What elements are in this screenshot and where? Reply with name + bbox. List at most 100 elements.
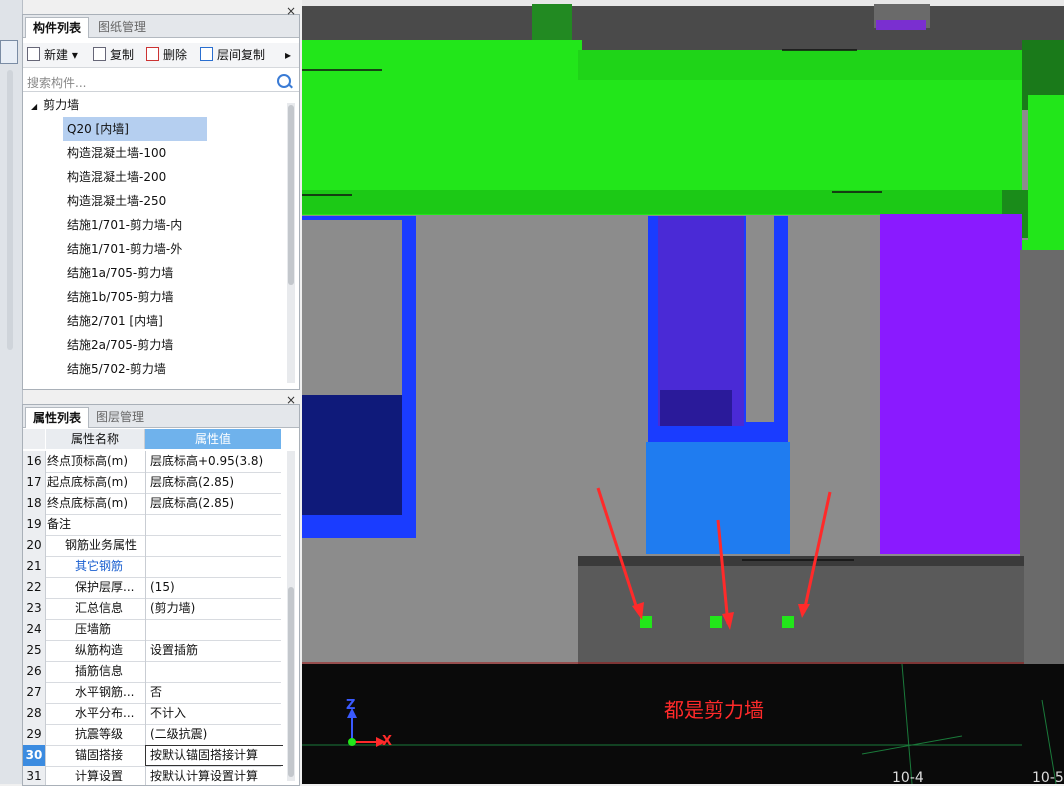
tree-item[interactable]: 结施1b/705-剪力墙	[63, 285, 174, 309]
copy-button[interactable]: 复制	[93, 47, 134, 63]
row-number: 31	[23, 766, 46, 785]
purple-wall-right	[880, 214, 1022, 554]
axis-x-label: X	[382, 734, 393, 749]
property-row[interactable]: 25 纵筋构造 设置插筋	[23, 640, 281, 662]
column-header-value[interactable]: 属性值	[145, 429, 281, 449]
property-value[interactable]: 否	[145, 682, 283, 703]
tree-item[interactable]: Q20 [内墙]	[63, 117, 207, 141]
light-blue-wall	[646, 442, 790, 554]
shear-wall-marker[interactable]	[782, 616, 794, 628]
property-row[interactable]: 21 其它钢筋	[23, 556, 281, 578]
tab-drawing-management[interactable]: 图纸管理	[91, 17, 153, 37]
floor-copy-label: 层间复制	[217, 48, 266, 62]
row-number: 22	[23, 577, 46, 598]
property-value[interactable]	[145, 535, 283, 556]
dock-scrollbar[interactable]	[7, 70, 13, 350]
tree-item[interactable]: 结施1/701-剪力墙-外	[63, 237, 182, 261]
property-value[interactable]: 不计入	[145, 703, 283, 724]
component-list-panel: 构件列表 图纸管理 新建 ▾ 复制 删除 层间复制 ▸ 搜索构件... ◢ 剪力墙…	[22, 14, 300, 390]
property-row[interactable]: 19 备注	[23, 514, 281, 536]
row-number: 29	[23, 724, 46, 745]
row-number: 16	[23, 451, 46, 472]
column-header-name[interactable]: 属性名称	[46, 429, 145, 449]
property-row[interactable]: 31 计算设置 按默认计算设置计算	[23, 766, 281, 785]
shear-wall-marker[interactable]	[710, 616, 722, 628]
property-value[interactable]: (剪力墙)	[145, 598, 283, 619]
floor-copy-button[interactable]: 层间复制	[200, 47, 265, 63]
property-row[interactable]: 23 汇总信息 (剪力墙)	[23, 598, 281, 620]
property-value[interactable]: 设置插筋	[145, 640, 283, 661]
property-value[interactable]: 层底标高+0.95(3.8)	[145, 451, 283, 472]
tree-item[interactable]: 构造混凝土墙-200	[63, 165, 166, 189]
tree-item[interactable]: 结施1a/705-剪力墙	[63, 261, 173, 285]
property-name: 起点底标高(m)	[47, 475, 129, 489]
component-panel-tabs: 构件列表 图纸管理	[23, 15, 299, 38]
search-input[interactable]: 搜索构件...	[27, 74, 86, 91]
gray-slot-center	[746, 216, 774, 422]
tree-item[interactable]: 结施2/701 [内墙]	[63, 309, 163, 333]
property-name: 备注	[47, 517, 72, 531]
property-row[interactable]: 18 终点底标高(m) 层底标高(2.85)	[23, 493, 281, 515]
tree-item[interactable]: 构造混凝土墙-100	[63, 141, 166, 165]
property-row[interactable]: 24 压墙筋	[23, 619, 281, 641]
grid-label: 10-4	[892, 770, 924, 784]
property-name: 终点底标高(m)	[47, 496, 129, 510]
new-button[interactable]: 新建 ▾	[27, 47, 78, 63]
tree-node-shear-wall[interactable]: ◢ 剪力墙	[31, 93, 79, 117]
property-value[interactable]: 层底标高(2.85)	[145, 493, 283, 514]
delete-label: 删除	[163, 48, 188, 62]
row-number: 23	[23, 598, 46, 619]
property-row[interactable]: 17 起点底标高(m) 层底标高(2.85)	[23, 472, 281, 494]
tree-root-label: 剪力墙	[43, 98, 80, 112]
tree-scroll-thumb[interactable]	[288, 105, 294, 285]
property-row[interactable]: 27 水平钢筋... 否	[23, 682, 281, 704]
search-icon[interactable]	[277, 74, 291, 88]
tab-property-list[interactable]: 属性列表	[25, 407, 90, 428]
tab-layer-management[interactable]: 图层管理	[89, 407, 151, 427]
property-value[interactable]: (15)	[145, 577, 283, 598]
row-number: 30	[23, 745, 46, 766]
tree-scrollbar[interactable]	[287, 103, 295, 383]
row-number: 27	[23, 682, 46, 703]
property-row[interactable]: 22 保护层厚... (15)	[23, 577, 281, 599]
tree-item[interactable]: 结施5/702-剪力墙	[63, 357, 166, 381]
property-value[interactable]	[145, 556, 283, 577]
property-value[interactable]	[145, 514, 283, 535]
property-value[interactable]: 层底标高(2.85)	[145, 472, 283, 493]
property-row[interactable]: 30 锚固搭接 按默认锚固搭接计算	[23, 745, 283, 767]
dock-icon[interactable]	[0, 40, 18, 64]
collapse-triangle-icon[interactable]: ◢	[31, 102, 37, 111]
green-beam-upper	[302, 40, 582, 68]
property-value[interactable]	[145, 661, 283, 682]
ground-plane	[302, 664, 1064, 784]
property-scrollbar[interactable]	[287, 451, 295, 781]
property-value[interactable]	[145, 619, 283, 640]
copy-label: 复制	[110, 48, 135, 62]
property-value[interactable]: 按默认锚固搭接计算	[145, 745, 283, 766]
row-number: 19	[23, 514, 46, 535]
grid-corner	[23, 429, 45, 449]
delete-button[interactable]: 删除	[146, 47, 187, 63]
property-row[interactable]: 29 抗震等级 (二级抗震)	[23, 724, 281, 746]
green-right-column	[1028, 95, 1064, 255]
property-row[interactable]: 28 水平分布... 不计入	[23, 703, 281, 725]
property-row[interactable]: 26 插筋信息	[23, 661, 281, 683]
tree-item[interactable]: 构造混凝土墙-250	[63, 189, 166, 213]
component-search-box[interactable]: 搜索构件...	[23, 71, 299, 92]
annotation-text: 都是剪力墙	[664, 698, 764, 722]
toolbar-more-button[interactable]: ▸	[285, 47, 291, 63]
property-row[interactable]: −20钢筋业务属性	[23, 535, 281, 557]
tree-item[interactable]: 结施1/701-剪力墙-内	[63, 213, 182, 237]
green-beam-lower	[302, 190, 1022, 214]
dark-blue-face	[302, 395, 402, 515]
property-row[interactable]: 16 终点顶标高(m) 层底标高+0.95(3.8)	[23, 451, 281, 473]
tree-item[interactable]: 结施2a/705-剪力墙	[63, 333, 173, 357]
property-scroll-thumb[interactable]	[288, 587, 294, 777]
3d-viewport[interactable]: 都是剪力墙 X Z 10-4 10-5	[302, 0, 1064, 784]
row-number: 24	[23, 619, 46, 640]
property-value[interactable]: 按默认计算设置计算	[145, 766, 283, 785]
property-value[interactable]: (二级抗震)	[145, 724, 283, 745]
tab-component-list[interactable]: 构件列表	[25, 17, 90, 38]
model-canvas[interactable]	[302, 0, 1064, 784]
property-list-panel: 属性列表 图层管理 属性名称 属性值 16 终点顶标高(m) 层底标高+0.95(3…	[22, 404, 300, 786]
